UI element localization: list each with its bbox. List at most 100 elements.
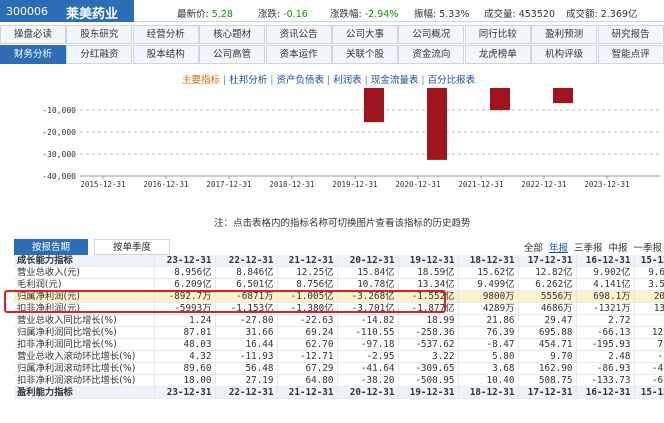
stock-code: 300006: [6, 5, 48, 18]
nav-tab[interactable]: 股东研究: [66, 25, 133, 44]
table-cell: -22.63: [277, 314, 338, 327]
table-cell: 69.24: [277, 326, 338, 339]
nav-tab[interactable]: 公司高管: [199, 45, 266, 64]
table-row: 营业总收入同比增长(%) 1.24 -27.80 -22.63 -14.82 18.99 2…: [14, 314, 664, 327]
bar: [490, 88, 510, 111]
nav-tab[interactable]: 资本运作: [265, 45, 332, 64]
nav-tab[interactable]: 同行比较: [464, 25, 531, 44]
table-cell: -41.64: [337, 362, 399, 375]
table-row: 归属净利润同比增长(%) 87.01 31.66 69.24 -110.55 -258.3…: [14, 326, 664, 339]
filter-option[interactable]: 中报: [608, 243, 627, 254]
tab-report-period[interactable]: 按报告期: [14, 239, 88, 255]
nav-tab[interactable]: 分红融资: [66, 45, 133, 64]
table-cell: -48.50: [634, 362, 664, 375]
table-cell: 4.141亿: [576, 278, 635, 291]
sublink[interactable]: 现金流量表: [371, 75, 419, 86]
table-cell: -1.153亿: [215, 302, 278, 315]
table-cell: 13.34亿: [398, 278, 459, 291]
indicator-name-link[interactable]: 归属净利润同比增长(%): [14, 326, 155, 339]
table-cell: 122.15: [634, 326, 664, 339]
nav-tab[interactable]: 操盘必读: [0, 25, 66, 44]
table-cell: 508.75: [518, 374, 577, 387]
table-cell: 162.90: [518, 362, 577, 375]
separator: |: [270, 75, 274, 86]
quote-item: 成交额: 2.369亿: [566, 6, 637, 20]
sublink[interactable]: 主要指标: [182, 75, 220, 86]
quote-item: 涨跌幅: -2.94%: [330, 6, 398, 20]
table-cell: 76.39: [458, 326, 519, 339]
table-cell: -258.36: [398, 326, 459, 339]
table-cell: 1.24: [154, 314, 216, 327]
tab-single-quarter[interactable]: 按单季度: [94, 239, 170, 255]
table-cell: -66.13: [576, 326, 635, 339]
y-tick-label: -40,000: [42, 172, 76, 181]
bar: [364, 88, 384, 123]
nav-tab[interactable]: 研究报告: [597, 25, 664, 44]
table-cell: 695.88: [518, 326, 577, 339]
nav-tab[interactable]: 资金流向: [398, 45, 465, 64]
filter-option[interactable]: 全部: [524, 243, 543, 254]
table-cell: 31.66: [215, 326, 278, 339]
nav-tab[interactable]: 龙虎榜单: [464, 45, 531, 64]
table-cell: 10.40: [458, 374, 519, 387]
table-cell: 2.48: [576, 350, 635, 363]
table-cell: -1.552亿: [398, 290, 459, 303]
bar: [553, 88, 573, 104]
column-header: 22-12-31: [215, 255, 278, 267]
indicator-name-link[interactable]: 归属净利润(元): [14, 290, 155, 303]
table-cell: 16.44: [215, 338, 278, 351]
nav-tab[interactable]: 智能点评: [597, 45, 664, 64]
nav-tab[interactable]: 盈利预测: [531, 25, 598, 44]
table-cell: 8.846亿: [215, 266, 278, 279]
table-cell: -3.48: [634, 350, 664, 363]
indicator-name-link[interactable]: 归属净利润滚动环比增长(%): [14, 362, 155, 375]
quote-label: 最新价:: [177, 9, 209, 20]
table-cell: 8.956亿: [154, 266, 216, 279]
table-cell: 3.68: [458, 362, 519, 375]
table-cell: -62.71: [634, 374, 664, 387]
column-header: 23-12-31: [154, 386, 216, 399]
table-cell: 10.78亿: [337, 278, 399, 291]
nav-tab[interactable]: 机构评级: [531, 45, 598, 64]
nav-tab[interactable]: 公司大事: [332, 25, 398, 44]
indicator-name-link[interactable]: 扣非净利润(元): [14, 302, 155, 315]
table-row: 扣非净利润滚动环比增长(%) 18.00 27.19 64.80 -38.20 -500.…: [14, 374, 664, 387]
indicator-name-link[interactable]: 毛利润(元): [14, 278, 155, 291]
table-cell: -1321万: [576, 302, 635, 315]
sublink[interactable]: 利润表: [333, 75, 362, 86]
indicator-name-link[interactable]: 营业总收入同比增长(%): [14, 314, 155, 327]
chart-svg: -10,000 -20,000 -30,000 -40,000 2015-12-31 20…: [42, 88, 660, 189]
table-cell: 73.52: [634, 338, 664, 351]
table-cell: -110.55: [337, 326, 399, 339]
indicator-name-link[interactable]: 营业总收入(元): [14, 266, 155, 279]
x-tick-label: 2023-12-31: [584, 180, 629, 189]
nav-tab[interactable]: 经营分析: [132, 25, 199, 44]
indicator-name-link[interactable]: 扣非净利润同比增长(%): [14, 338, 155, 351]
column-header: 20-12-31: [337, 386, 399, 399]
table-cell: -12.71: [277, 350, 338, 363]
x-tick-label: 2019-12-31: [332, 180, 377, 189]
sublink[interactable]: 资产负债表: [276, 75, 324, 86]
quote-item: 成交量: 453520: [484, 6, 555, 20]
quote-label: 涨跌:: [258, 9, 281, 20]
nav-tab[interactable]: 资讯公告: [265, 25, 332, 44]
nav-tab[interactable]: 股本结构: [132, 45, 199, 64]
filter-option[interactable]: 三季报: [574, 243, 603, 254]
table-cell: 12.82亿: [518, 266, 577, 279]
quote-value: 2.369亿: [597, 9, 638, 20]
nav-tab[interactable]: 核心题材: [199, 25, 266, 44]
table-cell: -133.73: [576, 374, 635, 387]
column-header: 20-12-31: [337, 255, 399, 267]
nav-tab[interactable]: 关联个股: [332, 45, 398, 64]
filter-option[interactable]: 一季报: [633, 243, 662, 254]
filter-option[interactable]: 年报: [549, 243, 568, 254]
sublink[interactable]: 百分比报表: [428, 75, 476, 86]
table-cell: 698.1万: [576, 290, 635, 303]
indicator-name-link[interactable]: 营业总收入滚动环比增长(%): [14, 350, 155, 363]
nav-tab[interactable]: 财务分析: [0, 45, 66, 64]
nav-tab[interactable]: 公司概况: [398, 25, 465, 44]
table-cell: 5.72: [634, 314, 664, 327]
indicator-name-link[interactable]: 扣非净利润滚动环比增长(%): [14, 374, 155, 387]
sublink[interactable]: 杜邦分析: [229, 75, 267, 86]
table-cell: 3.22: [398, 350, 459, 363]
